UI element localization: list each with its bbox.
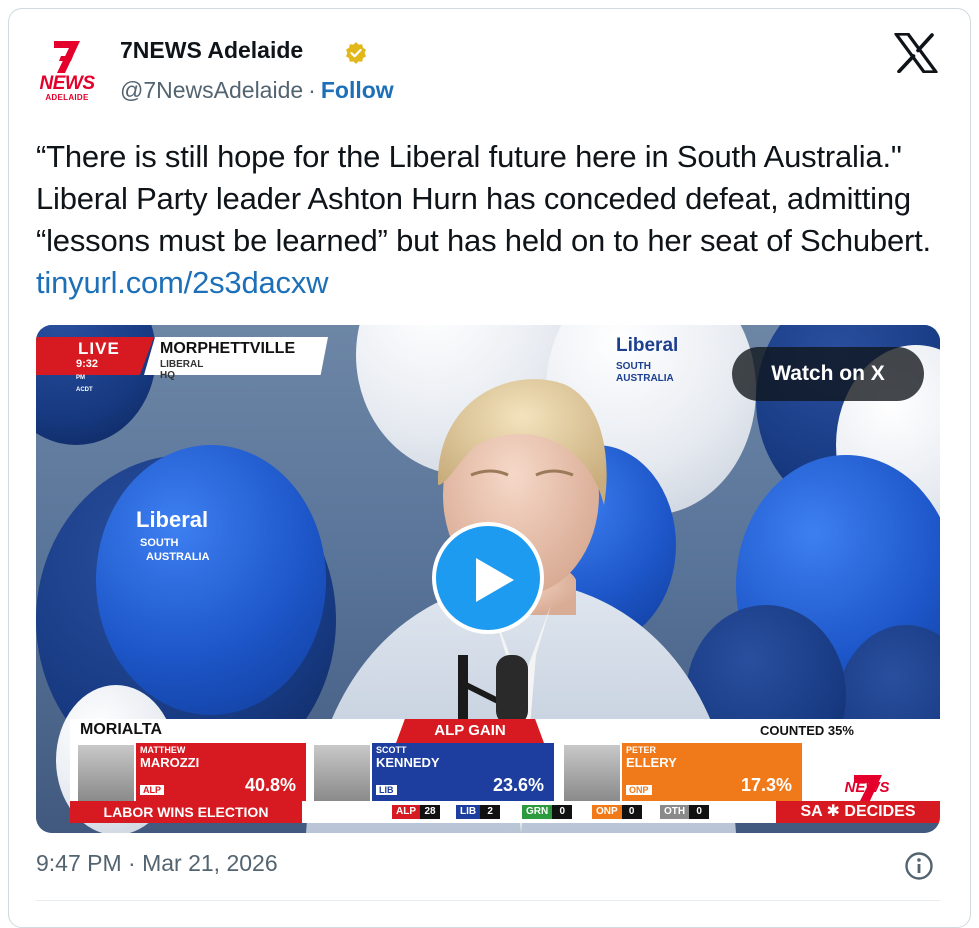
sa-decides-banner: SA ✱ DECIDES — [776, 801, 940, 823]
counted-percent: COUNTED 35% — [760, 723, 854, 738]
balloon-brand: Liberal — [136, 507, 209, 532]
live-sublocation: LIBERAL HQ — [160, 359, 204, 381]
display-name[interactable]: 7NEWS Adelaide — [120, 37, 303, 64]
live-time-suffix: PM ACDT — [76, 375, 93, 393]
gold-verified-badge-icon — [346, 42, 366, 64]
seat-party: OTH — [660, 805, 690, 819]
tweet-link[interactable]: tinyurl.com/2s3dacxw — [36, 265, 329, 300]
follow-button[interactable]: Follow — [321, 77, 394, 103]
video-player[interactable]: Liberal SOUTH AUSTRALIA Liberal SOUTH AU… — [36, 325, 940, 833]
live-time: 9:32 PM ACDT — [76, 358, 98, 394]
candidate-percent: 17.3% — [740, 775, 792, 795]
handle-row: @7NewsAdelaide · Follow — [120, 77, 394, 104]
live-label: LIVE — [78, 339, 120, 358]
tweet-text: “There is still hope for the Liberal fut… — [36, 136, 936, 304]
candidate-alp: MATTHEW MAROZZI ALP 40.8% — [78, 743, 306, 801]
candidate-first-name: PETER — [626, 745, 657, 755]
seven-logo-icon — [54, 41, 80, 73]
play-button[interactable] — [432, 522, 544, 634]
lower-third-top-bar: MORIALTA ALP GAIN COUNTED 35% — [70, 719, 940, 743]
lower-third-bottom-bar: LABOR WINS ELECTION ALP 28 LIB 2 GRN 0 ONP 0… — [70, 801, 940, 823]
seat-party: GRN — [522, 805, 553, 819]
candidate-photo — [564, 745, 620, 801]
seat-count: 2 — [480, 805, 501, 819]
candidate-last-name: ELLERY — [626, 755, 677, 770]
candidate-box: SCOTT KENNEDY LIB 23.6% — [372, 743, 554, 801]
seat-count-oth: OTH 0 — [660, 805, 710, 819]
candidate-last-name: KENNEDY — [376, 755, 440, 770]
candidate-percent: 23.6% — [492, 775, 544, 795]
seat-count-alp: ALP 28 — [392, 805, 440, 819]
avatar[interactable]: NEWS ADELAIDE — [28, 33, 106, 111]
watch-on-x-button[interactable]: Watch on X — [732, 347, 924, 401]
tweet-timestamp[interactable]: 9:47 PM · Mar 21, 2026 — [36, 850, 278, 877]
candidate-percent: 40.8% — [244, 775, 296, 795]
candidate-last-name: MAROZZI — [140, 755, 200, 770]
candidate-box: MATTHEW MAROZZI ALP 40.8% — [136, 743, 306, 801]
live-location: MORPHETTVILLE — [160, 340, 296, 357]
headline-banner: LABOR WINS ELECTION — [70, 801, 302, 823]
candidate-lib: SCOTT KENNEDY LIB 23.6% — [314, 743, 554, 801]
separator-dot: · — [308, 77, 316, 103]
avatar-city: ADELAIDE — [45, 93, 89, 102]
candidate-onp: PETER ELLERY ONP 17.3% — [564, 743, 802, 801]
tweet-body: “There is still hope for the Liberal fut… — [36, 139, 931, 258]
seven-news-brand: NEWS — [844, 779, 890, 796]
seat-count-lib: LIB 2 — [456, 805, 501, 819]
info-icon[interactable] — [904, 851, 934, 881]
candidate-photo — [78, 745, 134, 801]
candidate-first-name: SCOTT — [376, 745, 407, 755]
candidate-row: MATTHEW MAROZZI ALP 40.8% SCOTT KENNEDY … — [70, 743, 940, 805]
seat-name: MORIALTA — [80, 721, 163, 738]
seat-count-grn: GRN 0 — [522, 805, 573, 819]
x-logo-icon[interactable] — [894, 33, 938, 73]
candidate-photo — [314, 745, 370, 801]
candidate-box: PETER ELLERY ONP 17.3% — [622, 743, 802, 801]
handle[interactable]: @7NewsAdelaide — [120, 77, 303, 103]
divider — [36, 900, 940, 901]
balloon-region: SOUTH — [140, 537, 179, 549]
seat-party: ALP — [392, 805, 420, 819]
seat-count-onp: ONP 0 — [592, 805, 642, 819]
seat-count: 0 — [621, 805, 642, 819]
candidate-party: LIB — [376, 785, 397, 795]
seat-party: ONP — [592, 805, 622, 819]
balloon-region: AUSTRALIA — [146, 551, 210, 563]
candidate-party: ALP — [140, 785, 164, 795]
seat-count: 0 — [552, 805, 573, 819]
seat-count: 28 — [420, 805, 440, 819]
election-lower-third: MORIALTA ALP GAIN COUNTED 35% MATTHEW MA… — [70, 719, 940, 833]
balloon-brand: Liberal — [616, 335, 679, 356]
tweet-header: NEWS ADELAIDE 7NEWS Adelaide @7NewsAdela… — [28, 33, 938, 113]
seat-count: 0 — [689, 805, 710, 819]
live-time-value: 9:32 — [76, 358, 99, 370]
candidate-party: ONP — [626, 785, 652, 795]
seat-party: LIB — [456, 805, 481, 819]
avatar-brand: NEWS — [39, 73, 96, 94]
play-icon — [476, 558, 514, 602]
alp-gain-banner: ALP GAIN — [396, 719, 544, 743]
candidate-first-name: MATTHEW — [140, 745, 186, 755]
